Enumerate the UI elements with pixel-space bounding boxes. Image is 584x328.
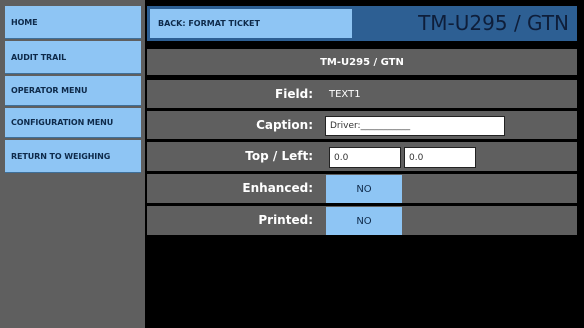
sidebar: HOME AUDIT TRAIL OPERATOR MENU CONFIGURA… [0, 0, 145, 328]
printed-toggle-value: NO [356, 215, 372, 227]
form-title: TM-U295 / GTN [320, 56, 404, 68]
enhanced-toggle[interactable]: NO [326, 175, 402, 203]
field-row: Field: TEXT1 [147, 80, 577, 108]
enhanced-label: Enhanced: [242, 181, 313, 195]
sidebar-item-label: OPERATOR MENU [11, 86, 88, 95]
sidebar-item-audit-trail[interactable]: AUDIT TRAIL [5, 41, 141, 74]
sidebar-item-configuration-menu[interactable]: CONFIGURATION MENU [5, 108, 141, 138]
sidebar-item-label: RETURN TO WEIGHING [11, 151, 111, 161]
top-input-value: 0.0 [334, 152, 349, 163]
field-value: TEXT1 [329, 89, 361, 100]
top-input[interactable]: 0.0 [329, 147, 401, 168]
printed-row: Printed: NO [147, 206, 577, 235]
top-left-label: Top / Left: [245, 149, 313, 163]
printed-label: Printed: [258, 213, 313, 227]
caption-input[interactable]: Driver:___________ [325, 116, 505, 136]
sidebar-item-label: HOME [11, 17, 38, 27]
top-left-row: Top / Left: 0.0 0.0 [147, 142, 577, 171]
caption-row: Caption: Driver:___________ [147, 111, 577, 139]
left-input[interactable]: 0.0 [404, 147, 476, 168]
form-title-row: TM-U295 / GTN [147, 49, 577, 75]
sidebar-item-home[interactable]: HOME [5, 6, 141, 39]
caption-label: Caption: [256, 118, 313, 132]
device-title: TM-U295 / GTN [418, 11, 569, 35]
enhanced-toggle-value: NO [356, 183, 372, 195]
field-label: Field: [275, 87, 313, 101]
enhanced-row: Enhanced: NO [147, 174, 577, 203]
sidebar-item-label: CONFIGURATION MENU [11, 118, 114, 127]
printed-toggle[interactable]: NO [326, 207, 402, 235]
main-panel: BACK: FORMAT TICKET TM-U295 / GTN TM-U29… [147, 6, 580, 328]
sidebar-item-return-to-weighing[interactable]: RETURN TO WEIGHING [5, 140, 141, 173]
caption-input-value: Driver:___________ [330, 121, 411, 131]
left-input-value: 0.0 [409, 152, 424, 163]
sidebar-item-label: AUDIT TRAIL [11, 52, 67, 62]
header-bar: BACK: FORMAT TICKET TM-U295 / GTN [147, 6, 577, 41]
sidebar-item-operator-menu[interactable]: OPERATOR MENU [5, 76, 141, 106]
back-button-label: BACK: FORMAT TICKET [158, 19, 260, 28]
back-button[interactable]: BACK: FORMAT TICKET [150, 9, 352, 38]
